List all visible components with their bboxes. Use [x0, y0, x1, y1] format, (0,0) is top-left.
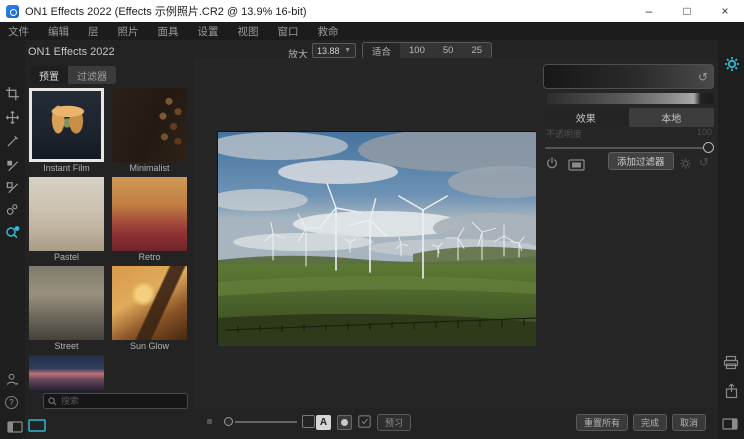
menu-photo[interactable]: 照片: [118, 24, 139, 39]
filter-options-gear-icon[interactable]: [679, 157, 692, 175]
compare-view-icon[interactable]: [302, 415, 315, 428]
histogram-box: ↺: [543, 64, 714, 89]
close-button[interactable]: ×: [706, 0, 744, 22]
retouch-brush-tool-icon[interactable]: [4, 179, 21, 196]
cancel-button[interactable]: 取消: [672, 414, 706, 431]
preset-thumb-retro[interactable]: [112, 177, 187, 251]
clone-stamp-tool-icon[interactable]: [4, 201, 21, 218]
preview-a-icon[interactable]: A: [316, 415, 331, 430]
preset-label: Minimalist: [112, 163, 187, 173]
windmill-photo[interactable]: [217, 131, 535, 345]
account-icon[interactable]: [4, 371, 21, 388]
opacity-value: 100: [697, 127, 712, 137]
preset-thumb-partial[interactable]: [29, 355, 104, 391]
preset-thumb-instant-film[interactable]: [29, 88, 104, 162]
edit-panel-toggle-icon-active[interactable]: [28, 419, 46, 437]
mask-circle-icon[interactable]: [337, 415, 352, 430]
preset-label: Retro: [112, 252, 187, 262]
chevron-down-icon: ▼: [344, 47, 351, 54]
window-title: ON1 Effects 2022 (Effects 示例照片.CR2 @ 13.…: [25, 3, 307, 19]
windmill-photo-image: [218, 132, 536, 346]
preset-thumb-pastel[interactable]: [29, 177, 104, 251]
bottom-zoom-slider-knob[interactable]: [224, 417, 233, 426]
preset-label: Sun Glow: [112, 341, 187, 351]
browse-panel-toggle-icon[interactable]: [7, 420, 23, 438]
menu-settings[interactable]: 设置: [198, 24, 219, 39]
crop-tool-icon[interactable]: [4, 85, 21, 102]
print-icon[interactable]: [723, 355, 739, 375]
menu-file[interactable]: 文件: [8, 24, 29, 39]
preset-thumb-sun-glow[interactable]: [112, 266, 187, 340]
preset-thumb-minimalist[interactable]: [112, 88, 187, 162]
app-window: ON1 Effects 2022 (Effects 示例照片.CR2 @ 13.…: [0, 0, 744, 439]
mask-view-icon[interactable]: [568, 158, 585, 176]
preset-thumb-street[interactable]: [29, 266, 104, 340]
effects-search-tool-icon-active[interactable]: [4, 223, 21, 240]
opacity-label: 不透明度: [546, 127, 582, 140]
move-tool-icon[interactable]: [4, 109, 21, 126]
done-button[interactable]: 完成: [633, 414, 667, 431]
help-icon[interactable]: ?: [5, 396, 18, 409]
tab-presets[interactable]: 预置: [30, 66, 68, 84]
preset-label: Pastel: [29, 252, 104, 262]
zoom-25-button[interactable]: 25: [462, 43, 491, 58]
tab-filters[interactable]: 过滤器: [68, 66, 116, 84]
soft-proof-icon[interactable]: [358, 415, 371, 428]
preview-button[interactable]: 预习: [377, 414, 411, 431]
maximize-button[interactable]: □: [668, 0, 706, 22]
menu-help[interactable]: 救命: [318, 24, 339, 39]
reset-all-button[interactable]: 重置所有: [576, 414, 628, 431]
opacity-slider-knob[interactable]: [703, 142, 714, 153]
menu-view[interactable]: 视图: [238, 24, 259, 39]
fit-button[interactable]: 适合: [363, 43, 400, 58]
tab-local[interactable]: 本地: [629, 108, 715, 127]
opacity-slider-track[interactable]: [545, 147, 708, 149]
menu-layer[interactable]: 层: [88, 24, 99, 39]
tone-gradient-strip: [547, 93, 714, 104]
perfect-eraser-tool-icon[interactable]: [4, 157, 21, 174]
search-input[interactable]: [61, 396, 181, 406]
menu-mask[interactable]: 面具: [158, 24, 179, 39]
on1-app-icon: [6, 5, 19, 18]
preset-search: [43, 393, 188, 409]
preset-label: Street: [29, 341, 104, 351]
filter-reset-icon[interactable]: ↺: [699, 155, 709, 169]
preset-label: Instant Film: [29, 163, 104, 173]
zoom-50-button[interactable]: 50: [434, 43, 463, 58]
right-panel-toggle-icon[interactable]: [722, 417, 738, 435]
preset-filter-tabs: 预置 过滤器: [30, 66, 116, 84]
zoom-preset-group: 适合 100 50 25: [362, 42, 492, 59]
menu-window[interactable]: 窗口: [278, 24, 299, 39]
zoom-value: 13.88: [317, 46, 340, 56]
right-edge-strip: [718, 40, 744, 439]
export-share-icon[interactable]: [724, 383, 739, 404]
search-icon: [48, 397, 57, 406]
menu-edit[interactable]: 编辑: [48, 24, 69, 39]
effects-local-tabs: 效果 本地: [543, 108, 714, 127]
zoom-level-dropdown[interactable]: 13.88 ▼: [312, 43, 356, 58]
paint-brush-tool-icon[interactable]: [4, 133, 21, 150]
histogram-reset-icon[interactable]: ↺: [698, 70, 708, 84]
tab-effects[interactable]: 效果: [543, 108, 629, 127]
add-filter-button[interactable]: 添加过滤器: [608, 152, 674, 170]
settings-gear-icon[interactable]: [724, 56, 740, 77]
zoom-100-button[interactable]: 100: [400, 43, 434, 58]
zoom-out-dot-icon[interactable]: [207, 419, 212, 424]
bottom-zoom-slider-track[interactable]: [235, 421, 297, 423]
minimize-button[interactable]: –: [630, 0, 668, 22]
menubar: 文件 编辑 层 照片 面具 设置 视图 窗口 救命: [0, 22, 744, 40]
preview-power-icon[interactable]: [545, 156, 559, 175]
titlebar: ON1 Effects 2022 (Effects 示例照片.CR2 @ 13.…: [0, 0, 744, 22]
app-title: ON1 Effects 2022: [28, 46, 115, 58]
